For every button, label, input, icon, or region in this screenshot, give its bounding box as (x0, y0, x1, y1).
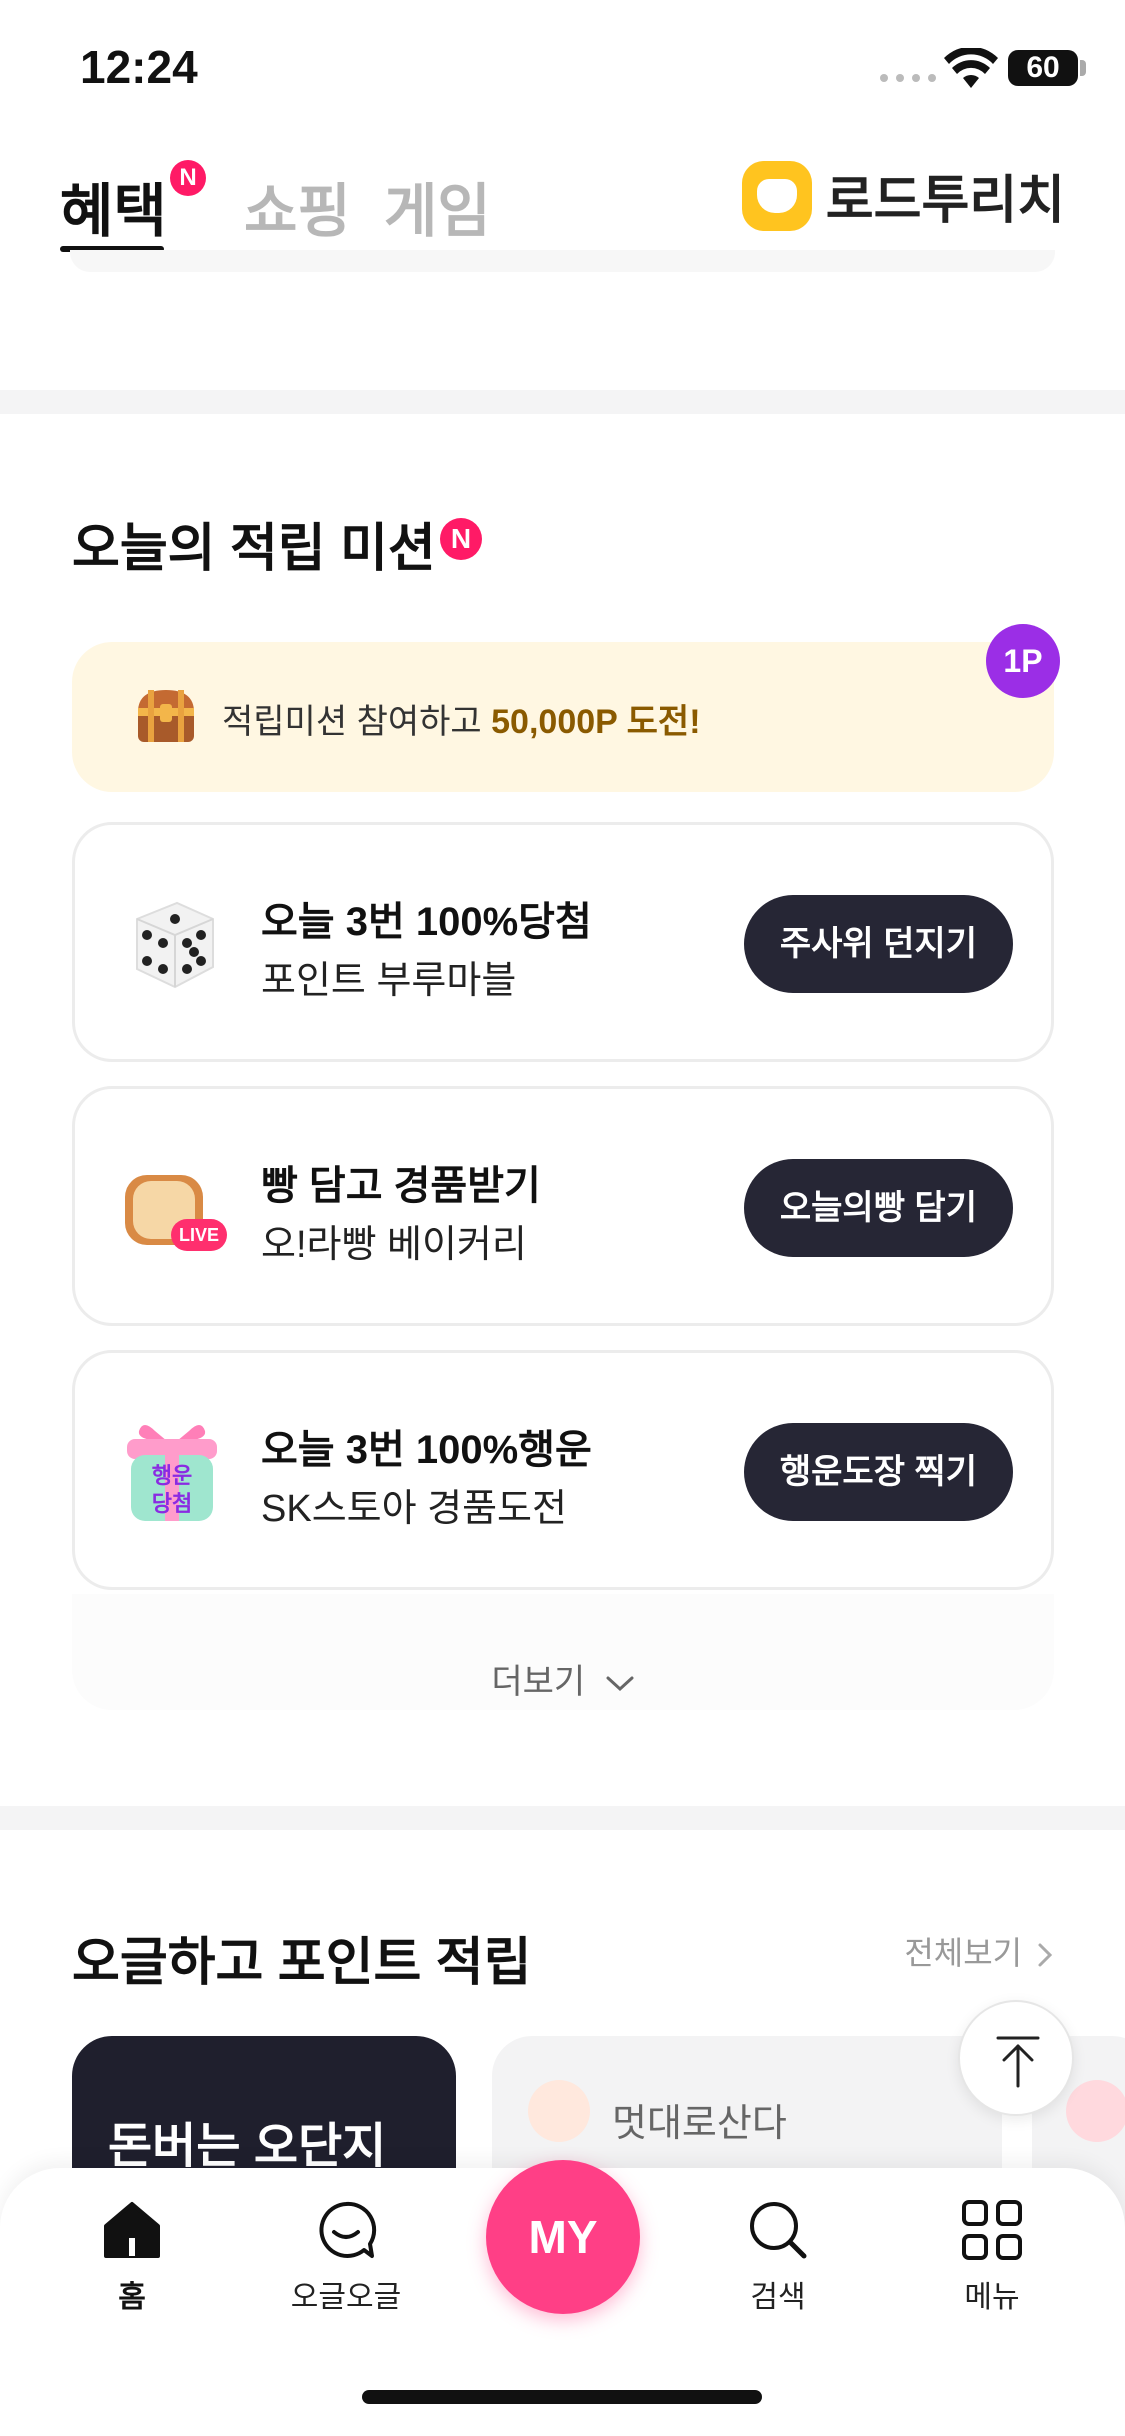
banner-text: 적립미션 참여하고 50,000P 도전! (222, 703, 701, 741)
battery-tip (1080, 60, 1086, 76)
mission-subtitle: SK스토아 경품도전 (261, 1488, 567, 1530)
chevron-right-icon (1038, 1943, 1053, 1967)
cellular-signal-icon (880, 74, 936, 82)
status-bar: 12:24 60 (0, 0, 1125, 140)
section-divider (0, 1806, 1125, 1830)
tab-shopping[interactable]: 쇼핑 (244, 164, 351, 248)
add-bread-button[interactable]: 오늘의빵 담기 (743, 1159, 1013, 1257)
wifi-icon (944, 48, 998, 88)
mission-title: 오늘 3번 100%행운 (261, 1428, 592, 1472)
banner-highlight: 50,000P 도전! (491, 703, 701, 741)
mission-banner[interactable]: 적립미션 참여하고 50,000P 도전! (72, 642, 1054, 792)
live-badge: LIVE (179, 1225, 219, 1245)
nav-label: 오글오글 (290, 2281, 402, 2314)
card-title: 돈버는 오단지 (108, 2120, 387, 2173)
tab-game[interactable]: 게임 (384, 164, 491, 248)
mission-item-dice[interactable]: 오늘 3번 100%당첨 포인트 부루마블 주사위 던지기 (72, 822, 1054, 1062)
tab-benefits[interactable]: 혜택 (60, 164, 167, 248)
nav-label: 메뉴 (964, 2281, 1020, 2314)
gift-box-icon: 행운 당첨 (127, 1425, 217, 1521)
brand-name: 로드투리치 (825, 172, 1065, 230)
svg-text:당첨: 당첨 (152, 1491, 192, 1516)
grid-menu-icon (962, 2200, 1022, 2260)
ogl-section-title: 오글하고 포인트 적립 (72, 1934, 532, 1992)
mission-item-bread[interactable]: LIVE 빵 담고 경품받기 오!라빵 베이커리 오늘의빵 담기 (72, 1086, 1054, 1326)
svg-text:행운: 행운 (152, 1463, 192, 1488)
new-badge: N (170, 160, 206, 196)
home-icon (104, 2202, 160, 2258)
status-time: 12:24 (80, 41, 198, 93)
lucky-stamp-button[interactable]: 행운도장 찍기 (743, 1423, 1013, 1521)
mission-subtitle: 오!라빵 베이커리 (261, 1224, 527, 1266)
throw-dice-button[interactable]: 주사위 던지기 (743, 895, 1013, 993)
mission-new-badge: N (440, 518, 482, 560)
mission-section-title: 오늘의 적립 미션 (72, 520, 436, 578)
nav-label: 검색 (750, 2281, 806, 2314)
home-indicator[interactable] (362, 2390, 762, 2404)
top-navigation: 혜택 N 쇼핑 게임 로드투리치 (0, 140, 1125, 260)
nav-oglogl[interactable]: 오글오글 (276, 2198, 416, 2316)
road-to-rich-logo-icon (741, 160, 812, 231)
arrow-up-icon (996, 2036, 1040, 2088)
nav-home[interactable]: 홈 (62, 2198, 202, 2316)
mission-item-gift[interactable]: 행운 당첨 오늘 3번 100%행운 SK스토아 경품도전 행운도장 찍기 (72, 1350, 1054, 1590)
mission-title: 오늘 3번 100%당첨 (261, 900, 592, 944)
bread-icon: LIVE (125, 1175, 227, 1251)
treasure-chest-icon (138, 690, 194, 742)
brand-link[interactable]: 로드투리치 (741, 158, 1065, 233)
search-icon (750, 2202, 807, 2259)
see-all-link[interactable]: 전체보기 (904, 1928, 1053, 1974)
scroll-to-top-button[interactable] (958, 2000, 1074, 2116)
previous-card-bottom (70, 250, 1055, 272)
mission-subtitle: 포인트 부루마블 (261, 960, 517, 1002)
more-label: 더보기 (491, 1663, 586, 1701)
battery-icon: 60 (1008, 50, 1078, 86)
card-title: 멋대로산다 (612, 2103, 787, 2145)
my-button[interactable]: MY (486, 2160, 640, 2314)
chat-bubble-icon (319, 2201, 377, 2258)
more-button[interactable]: 더보기 (72, 1594, 1054, 1710)
nav-label: 홈 (118, 2281, 146, 2314)
dice-icon (136, 901, 214, 989)
shrimp-icon (528, 2080, 590, 2142)
nav-menu[interactable]: 메뉴 (922, 2198, 1062, 2316)
point-badge[interactable]: 1P (986, 624, 1060, 698)
mission-title: 빵 담고 경품받기 (261, 1164, 541, 1208)
section-divider (0, 390, 1125, 414)
nav-search[interactable]: 검색 (708, 2198, 848, 2316)
chevron-down-icon (606, 1676, 634, 1692)
